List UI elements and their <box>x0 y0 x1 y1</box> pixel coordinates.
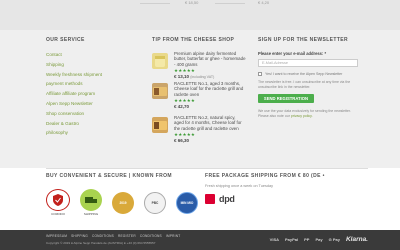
pbc-icon: PBC <box>144 191 166 214</box>
email-field[interactable]: E-Mail-Adresse <box>258 59 358 67</box>
dpd-wordmark: dpd <box>219 194 235 204</box>
tip-title[interactable]: RACLETTE No.1, aged 3 months, Cheese loa… <box>174 81 246 97</box>
service-link-weekly[interactable]: Weekly freshness shipment <box>46 70 136 80</box>
consent-label: Yes! I want to receive the Alpen Sepp Ne… <box>265 72 343 76</box>
award-year: 2019 <box>119 200 127 205</box>
dpd-logo: dpd <box>205 194 375 204</box>
shipping-badge-icon <box>80 189 102 211</box>
paypal-icon: PayPal <box>285 237 299 242</box>
product-thumbnail[interactable] <box>152 83 168 99</box>
newsletter-info: The newsletter is free. I can unsubscrib… <box>258 80 351 89</box>
tip-price: € 66,30 <box>174 138 189 143</box>
newsletter-column: SIGN UP FOR THE NEWSLETTER Please enter … <box>258 37 368 119</box>
visa-icon: VISA <box>269 237 280 242</box>
top-divider-left <box>140 3 170 4</box>
service-link-newsletter[interactable]: Alpen Sepp Newsletter <box>46 99 136 109</box>
consent-checkbox[interactable] <box>258 72 262 76</box>
tip-title[interactable]: RACLETTE No.2, natural spicy, aged for 4… <box>174 115 246 131</box>
shipping-section: FREE PACKAGE SHIPPING FROM € 80 (DE • Fr… <box>205 173 375 204</box>
legal-links: IMPRESSUM SHIPPING CONDITIONS REGISTER C… <box>46 234 180 238</box>
pbc-text: PBC <box>151 200 159 205</box>
trust-band: BUY CONVENIENT & SECURE | KNOWN FROM COM… <box>0 168 400 230</box>
comodo-icon <box>46 189 70 211</box>
minmio-seal[interactable]: MIN MIO <box>176 191 198 214</box>
price-value: € 42,70 <box>174 104 190 109</box>
tip-item[interactable]: RACLETTE No.2, natural spicy, aged for 4… <box>152 115 247 145</box>
service-link-affiliate[interactable]: Affiliate affiliate program <box>46 89 136 99</box>
consent-row[interactable]: Yes! I want to receive the Alpen Sepp Ne… <box>258 72 368 76</box>
service-link-philosophy[interactable]: philosophy <box>46 128 136 138</box>
send-registration-button[interactable]: SEND REGISTRATION <box>258 94 314 103</box>
klarna-icon: Klarna. <box>345 236 368 243</box>
award-seal[interactable]: 2019 <box>112 191 134 214</box>
copyright: Copyright © 2019 ● Alpine Sepp Handels.d… <box>46 241 156 245</box>
service-link-contact[interactable]: Contact <box>46 50 136 60</box>
trust-title: BUY CONVENIENT & SECURE | KNOWN FROM <box>46 173 172 179</box>
legal-link-shipping[interactable]: SHIPPING <box>71 234 88 238</box>
service-title: OUR SERVICE <box>46 37 85 43</box>
tip-price: € 42,70 <box>174 104 189 109</box>
trust-section: BUY CONVENIENT & SECURE | KNOWN FROM COM… <box>46 173 198 216</box>
shipping-title: FREE PACKAGE SHIPPING FROM € 80 (DE • <box>205 173 325 179</box>
service-list: Contact Shipping Weekly freshness shipme… <box>46 50 136 138</box>
google-pay-icon: G Pay <box>328 237 340 242</box>
newsletter-title: SIGN UP FOR THE NEWSLETTER <box>258 37 349 43</box>
comodo-label: COMODO <box>51 212 65 216</box>
top-price-right: € 4,20 <box>258 0 270 5</box>
email-label: Please enter your e-mail address: * <box>258 51 327 56</box>
legal-link-conditions-2[interactable]: CONDITIONS <box>140 234 162 238</box>
privacy-note: We use the your data exclusively for sen… <box>258 109 358 119</box>
tip-title[interactable]: Premium alpine dairy fermented butter, b… <box>174 51 246 67</box>
pp-icon: PP <box>304 237 310 242</box>
top-strip <box>0 0 400 30</box>
price-value: € 13,10 <box>174 74 190 79</box>
shipping-info: Fresh shipping once a week on Tuesday <box>205 184 273 188</box>
legal-link-impressum[interactable]: IMPRESSUM <box>46 234 67 238</box>
legal-link-imprint[interactable]: IMPRINT <box>166 234 181 238</box>
price-value: € 66,30 <box>174 138 190 143</box>
service-link-dealer[interactable]: Dealer & Gastro <box>46 119 136 129</box>
apple-pay-icon: Pay <box>315 237 323 242</box>
seal-row: COMODO SHIPPING 2019 PBC MIN MIO <box>46 189 198 216</box>
tips-title: TIP FROM THE CHEESE SHOP <box>152 37 235 43</box>
shipping-seal-label: SHIPPING <box>83 212 99 216</box>
payment-logos: VISA PayPal PP Pay G Pay Klarna. <box>270 236 368 243</box>
pbc-seal[interactable]: PBC <box>144 191 166 214</box>
minmio-icon: MIN MIO <box>176 191 198 214</box>
top-divider-mid <box>215 3 245 4</box>
legal-link-register[interactable]: REGISTER <box>118 234 136 238</box>
service-link-conservation[interactable]: Shop conservation <box>46 109 136 119</box>
minmio-text: MIN MIO <box>180 200 194 205</box>
tip-item[interactable]: RACLETTE No.1, aged 3 months, Cheese loa… <box>152 81 247 111</box>
legal-link-conditions[interactable]: CONDITIONS <box>92 234 114 238</box>
dpd-cube-icon <box>205 194 215 204</box>
service-link-payment[interactable]: payment methods <box>46 79 136 89</box>
top-price-left: € 18,50 <box>185 0 199 5</box>
band-divider <box>46 168 368 169</box>
tip-item[interactable]: Premium alpine dairy fermented butter, b… <box>152 51 247 81</box>
product-thumbnail[interactable] <box>152 53 168 69</box>
product-thumbnail[interactable] <box>152 117 168 133</box>
shipping-seal[interactable]: SHIPPING <box>80 189 102 216</box>
tip-price: € 13,10 (including VAT) <box>174 74 214 79</box>
price-note: (including VAT) <box>190 75 215 79</box>
award-icon: 2019 <box>112 191 134 214</box>
comodo-seal[interactable]: COMODO <box>46 189 70 216</box>
service-link-shipping[interactable]: Shipping <box>46 60 136 70</box>
bottom-bar: IMPRESSUM SHIPPING CONDITIONS REGISTER C… <box>0 230 400 250</box>
tips-column: TIP FROM THE CHEESE SHOP Premium alpine … <box>152 37 247 143</box>
service-column: OUR SERVICE Contact Shipping Weekly fres… <box>46 37 136 138</box>
privacy-link[interactable]: privacy policy. <box>291 114 313 118</box>
